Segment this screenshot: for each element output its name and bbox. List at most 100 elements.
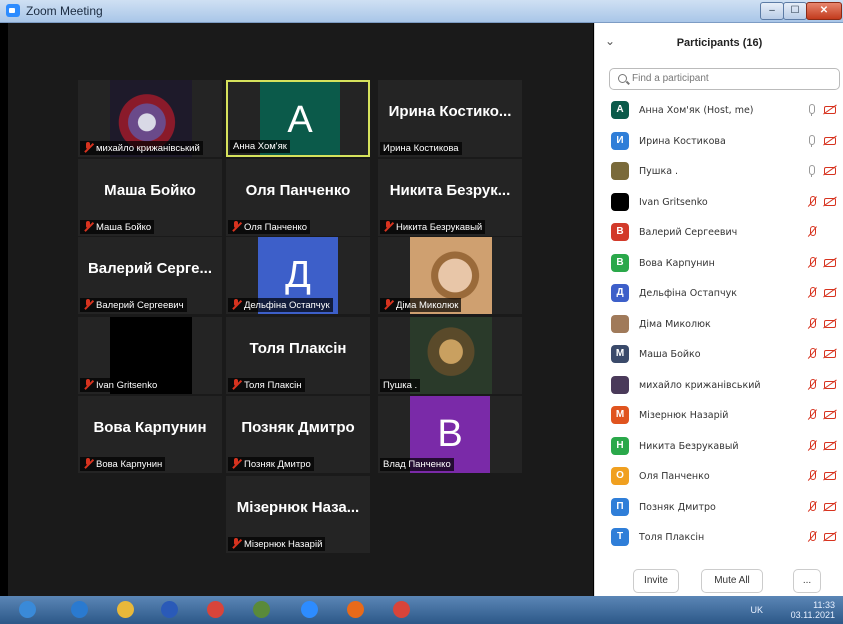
tile-name-label: Ivan Gritsenko (80, 378, 161, 392)
muted-mic-icon (83, 299, 93, 309)
muted-mic-icon (83, 458, 93, 468)
video-tile[interactable]: A Анна Хом'як (226, 80, 370, 157)
calendar-icon[interactable] (244, 598, 278, 622)
video-tile[interactable]: Оля Панченко Оля Панченко (226, 159, 370, 236)
mic-icon (807, 134, 816, 147)
window-title: Zoom Meeting (26, 4, 103, 18)
video-tile[interactable]: Діма Миколюк (378, 237, 522, 314)
word-icon[interactable] (152, 598, 186, 622)
participant-row[interactable]: П Позняк Дмитро (595, 492, 843, 522)
tile-name-text: Толя Плаксін (244, 380, 302, 391)
avatar: И (611, 131, 629, 150)
tile-name-text: михайло крижанівський (96, 143, 200, 154)
participant-row[interactable]: В Валерий Сергеевич (595, 217, 843, 247)
participant-name: Ivan Gritsenko (639, 196, 708, 208)
mute-all-button[interactable]: Mute All (701, 569, 763, 593)
video-tile[interactable]: Никита Безрук... Никита Безрукавый (378, 159, 522, 236)
video-tile[interactable]: B Влад Панченко (378, 396, 522, 473)
start-icon[interactable] (10, 598, 44, 622)
tile-name-text: Влад Панченко (383, 459, 451, 470)
more-button[interactable]: ... (793, 569, 821, 593)
minimize-button[interactable]: ‒ (760, 2, 784, 20)
participant-row[interactable]: Пушка . (595, 156, 843, 186)
muted-mic-icon (807, 439, 818, 452)
tile-name-label: Мізернюк Назарій (228, 537, 326, 551)
zoom-icon[interactable] (292, 598, 326, 622)
media-icon[interactable] (338, 598, 372, 622)
video-tile[interactable]: Вова Карпунин Вова Карпунин (78, 396, 222, 473)
tile-name-text: Анна Хом'як (233, 141, 287, 152)
participant-name: Діма Миколюк (639, 318, 711, 330)
video-tile[interactable]: Валерий Серге... Валерий Сергеевич (78, 237, 222, 314)
avatar: О (611, 467, 629, 485)
participant-row[interactable]: В Вова Карпунин (595, 248, 843, 278)
search-placeholder: Find a participant (632, 73, 709, 84)
participant-name: Маша Бойко (639, 349, 701, 360)
video-off-icon (824, 197, 836, 206)
muted-mic-icon (807, 226, 818, 238)
close-button[interactable]: ✕ (806, 2, 842, 20)
muted-mic-icon (83, 379, 93, 389)
muted-mic-icon (83, 221, 93, 231)
video-tile[interactable]: Маша Бойко Маша Бойко (78, 159, 222, 236)
video-tile[interactable]: Позняк Дмитро Позняк Дмитро (226, 396, 370, 473)
avatar: М (611, 406, 629, 424)
video-off-icon (824, 533, 836, 541)
muted-mic-icon (807, 287, 818, 299)
video-off-icon (824, 350, 836, 358)
chrome-alt-icon[interactable] (384, 598, 418, 622)
tile-name-text: Дельфіна Остапчук (244, 300, 330, 311)
participant-row[interactable]: М Мізернюк Назарій (595, 400, 843, 430)
tile-name-label: Дельфіна Остапчук (228, 298, 333, 312)
chrome-icon[interactable] (198, 598, 232, 622)
title-bar: Zoom Meeting ‒ ☐ ✕ (0, 0, 843, 23)
mic-icon (807, 165, 816, 177)
search-icon (618, 74, 627, 83)
video-off-icon (824, 167, 836, 175)
video-gallery: михайло крижанівський A Анна Хом'як Ирина К… (8, 23, 593, 596)
participants-header: ⌄ Participants (16) (595, 23, 843, 63)
muted-mic-icon (383, 299, 393, 309)
participant-search-input[interactable]: Find a participant (609, 68, 840, 90)
participant-row[interactable]: Діма Миколюк (595, 309, 843, 339)
participant-row[interactable]: Д Дельфіна Остапчук (595, 278, 843, 308)
muted-mic-icon (807, 195, 818, 208)
invite-button[interactable]: Invite (633, 569, 679, 593)
video-tile[interactable]: Пушка . (378, 317, 522, 394)
video-off-icon (824, 411, 836, 419)
avatar: A (611, 101, 629, 119)
tile-name-label: Позняк Дмитро (228, 457, 314, 471)
video-off-icon (824, 136, 836, 145)
explorer-icon[interactable] (108, 598, 142, 622)
participants-title: Participants (16) (676, 37, 763, 49)
tile-display-name: Толя Плаксін (249, 340, 347, 357)
video-off-icon (824, 472, 836, 480)
video-tile[interactable]: Мізернюк Наза... Мізернюк Назарій (226, 476, 370, 553)
participant-row[interactable]: И Ирина Костикова (595, 126, 843, 156)
video-tile[interactable]: Ирина Костико... Ирина Костикова (378, 80, 522, 157)
participant-row[interactable]: Т Толя Плаксін (595, 522, 843, 552)
tile-name-text: Пушка . (383, 380, 418, 391)
avatar (611, 375, 629, 394)
participant-name: Ирина Костикова (639, 135, 726, 147)
participant-row[interactable]: михайло крижанівський (595, 370, 843, 400)
participant-row[interactable]: М Маша Бойко (595, 339, 843, 369)
tile-name-text: Мізернюк Назарій (244, 539, 323, 550)
muted-mic-icon (807, 348, 818, 360)
avatar: М (611, 345, 629, 363)
tile-name-text: Позняк Дмитро (244, 459, 311, 470)
video-off-icon (824, 319, 836, 328)
tile-display-name: Никита Безрук... (389, 182, 511, 199)
maximize-button[interactable]: ☐ (783, 2, 807, 20)
participant-row[interactable]: О Оля Панченко (595, 461, 843, 491)
language-indicator[interactable]: UK (750, 605, 763, 615)
video-tile[interactable]: Ivan Gritsenko (78, 317, 222, 394)
video-tile[interactable]: Толя Плаксін Толя Плаксін (226, 317, 370, 394)
ie-icon[interactable] (62, 598, 96, 622)
tile-display-name: Валерий Серге... (87, 260, 213, 277)
video-tile[interactable]: михайло крижанівський (78, 80, 222, 157)
video-tile[interactable]: Д Дельфіна Остапчук (226, 237, 370, 314)
participant-row[interactable]: Ivan Gritsenko (595, 187, 843, 217)
participant-row[interactable]: A Анна Хом'як (Host, me) (595, 95, 843, 125)
participant-row[interactable]: Н Никита Безрукавый (595, 431, 843, 461)
